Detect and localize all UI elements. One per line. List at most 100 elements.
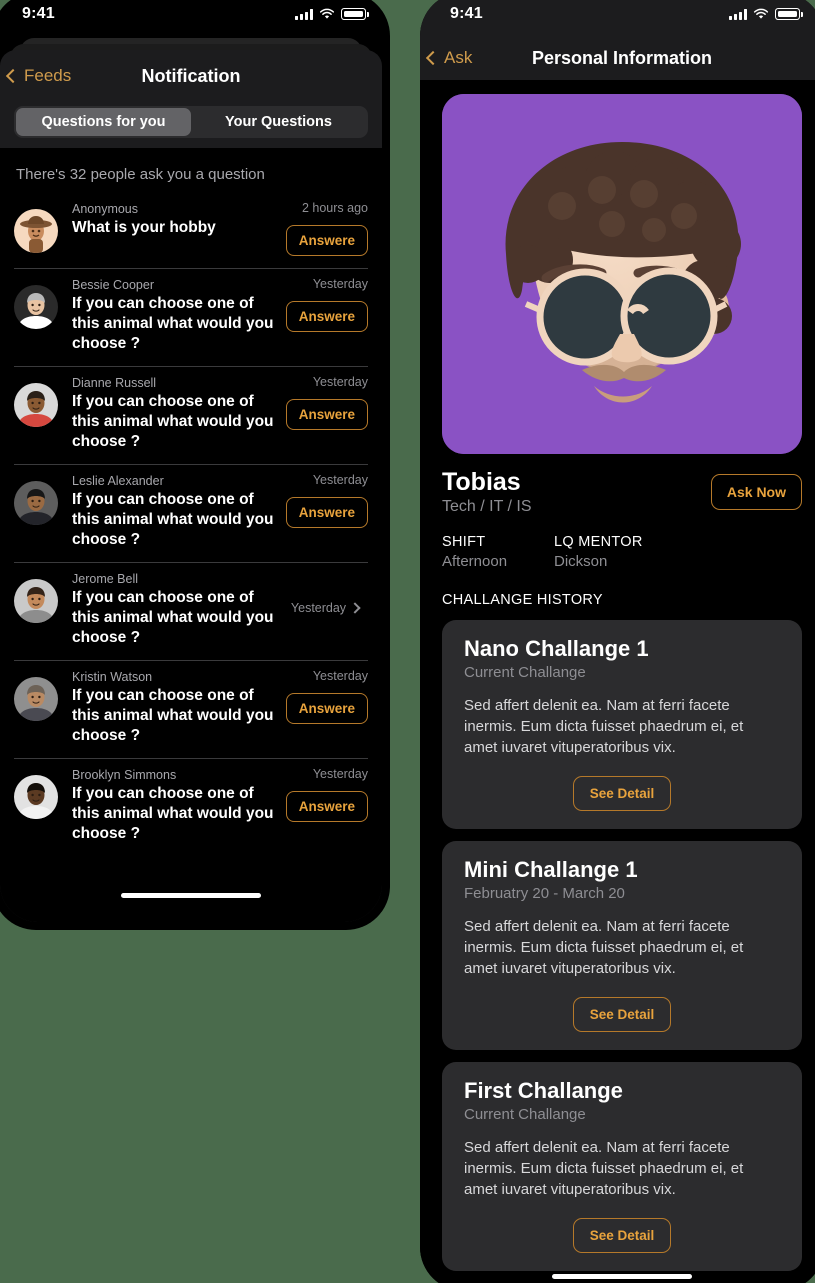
question-author: Anonymous: [72, 202, 139, 216]
photo-avatar-jerome: [14, 579, 58, 623]
question-author: Kristin Watson: [72, 670, 153, 684]
status-icons: [729, 8, 803, 20]
cellular-signal-icon: [729, 8, 747, 20]
cellular-signal-icon: [295, 8, 313, 20]
profile-header-row: Tobias Tech / IT / IS Ask Now: [420, 454, 815, 516]
question-meta: Yesterday Answere: [282, 469, 368, 550]
tab-questions-for-you[interactable]: Questions for you: [16, 108, 191, 136]
answer-button[interactable]: Answere: [285, 399, 368, 430]
challenge-body: Sed affert delenit ea. Nam at ferri face…: [464, 697, 744, 756]
see-detail-button[interactable]: See Detail: [572, 1218, 672, 1253]
left-nav-bar: Feeds Notification: [0, 50, 382, 102]
question-text: If you can choose one of this animal wha…: [72, 785, 274, 842]
meta-label: SHIFT: [442, 534, 486, 550]
answer-button[interactable]: Answere: [285, 301, 368, 332]
question-time: Yesterday: [290, 600, 347, 615]
status-icons: [295, 8, 369, 20]
profile-role: Tech / IT / IS: [442, 498, 532, 515]
question-author: Brooklyn Simmons: [72, 768, 177, 782]
challenge-title: First Challange: [464, 1078, 623, 1103]
challenge-card[interactable]: Nano Challange 1 Current Challange Sed aff…: [442, 620, 802, 829]
question-time: Yesterday: [312, 473, 368, 487]
question-list-container[interactable]: There's 32 people ask you a question Ano…: [0, 148, 382, 922]
battery-icon: [341, 8, 369, 20]
question-author: Bessie Cooper: [72, 278, 154, 292]
profile-identity: Tobias Tech / IT / IS: [442, 468, 532, 516]
answer-button[interactable]: Answere: [285, 791, 368, 822]
tab-your-questions[interactable]: Your Questions: [191, 108, 366, 136]
status-time: 9:41: [22, 5, 55, 22]
chevron-left-icon: [5, 68, 21, 84]
question-content: Kristin Watson If you can choose one of t…: [58, 665, 282, 746]
question-list-item[interactable]: Kristin Watson If you can choose one of t…: [0, 661, 382, 746]
question-content: Leslie Alexander If you can choose one of…: [58, 469, 282, 550]
home-indicator: [552, 1274, 692, 1279]
profile-scroll-container[interactable]: Tobias Tech / IT / IS Ask Now SHIFT Afte…: [420, 80, 815, 1283]
ask-now-button[interactable]: Ask Now: [710, 474, 802, 510]
question-author: Jerome Bell: [72, 572, 138, 586]
question-meta: Yesterday Answere: [282, 665, 368, 746]
challenge-card[interactable]: First Challange Current Challange Sed affe…: [442, 1062, 802, 1271]
photo-avatar-dianne: [14, 383, 58, 427]
question-time: Yesterday: [312, 375, 368, 389]
memoji-sunglasses-avatar: [442, 94, 802, 454]
wifi-icon: [753, 8, 769, 19]
question-time: 2 hours ago: [301, 201, 368, 215]
question-list-item[interactable]: Jerome Bell If you can choose one of this…: [0, 563, 382, 648]
answer-button[interactable]: Answere: [285, 693, 368, 724]
challenge-subtitle: Current Challange: [464, 664, 586, 681]
challenge-body: Sed affert delenit ea. Nam at ferri face…: [464, 1139, 744, 1198]
profile-meta-row: SHIFT Afternoon LQ MENTOR Dickson: [420, 516, 815, 570]
question-list-item[interactable]: Leslie Alexander If you can choose one of…: [0, 465, 382, 550]
question-text: If you can choose one of this animal wha…: [72, 687, 274, 744]
question-text: If you can choose one of this animal wha…: [72, 295, 274, 352]
question-meta: Yesterday Answere: [282, 273, 368, 354]
left-status-bar: 9:41: [0, 0, 390, 36]
meta-shift: SHIFT Afternoon: [442, 534, 554, 570]
profile-name: Tobias: [442, 468, 521, 496]
answer-button[interactable]: Answere: [285, 497, 368, 528]
see-detail-button[interactable]: See Detail: [572, 997, 672, 1032]
notification-sheet: Feeds Notification Questions for you You…: [0, 50, 382, 922]
question-content: Bessie Cooper If you can choose one of th…: [58, 273, 282, 354]
challenge-subtitle: Februatry 20 - March 20: [464, 885, 625, 902]
question-list-item[interactable]: Anonymous What is your hobby 2 hours ago An…: [0, 193, 382, 256]
photo-avatar-kristin: [14, 677, 58, 721]
list-summary-text: There's 32 people ask you a question: [16, 166, 265, 183]
question-list-item[interactable]: Dianne Russell If you can choose one of t…: [0, 367, 382, 452]
question-list-item[interactable]: Bessie Cooper If you can choose one of th…: [0, 269, 382, 354]
right-status-bar: 9:41: [420, 0, 815, 36]
section-title-challange-history: CHALLANGE HISTORY: [442, 592, 603, 608]
question-text: If you can choose one of this animal wha…: [72, 393, 274, 450]
photo-avatar-brooklyn: [14, 775, 58, 819]
question-time: Yesterday: [312, 277, 368, 291]
question-list-item[interactable]: Brooklyn Simmons If you can choose one of…: [0, 759, 382, 844]
challenge-card-list: Nano Challange 1 Current Challange Sed aff…: [420, 620, 815, 1271]
challenge-card[interactable]: Mini Challange 1 Februatry 20 - March 20 S…: [442, 841, 802, 1050]
question-content: Brooklyn Simmons If you can choose one of…: [58, 763, 282, 844]
meta-label: LQ MENTOR: [554, 534, 643, 550]
question-time: Yesterday: [312, 767, 368, 781]
question-meta: Yesterday Answere: [282, 763, 368, 844]
question-list: Anonymous What is your hobby 2 hours ago An…: [0, 193, 382, 844]
answer-button[interactable]: Answere: [285, 225, 368, 256]
meta-value: Afternoon: [442, 553, 508, 570]
meta-value: Dickson: [554, 553, 608, 570]
memoji-hat-avatar: [14, 209, 58, 253]
question-author: Dianne Russell: [72, 376, 157, 390]
right-nav-bar: Ask Personal Information: [420, 36, 815, 80]
question-content: Jerome Bell If you can choose one of this…: [58, 567, 282, 648]
profile-hero-avatar: [442, 94, 802, 454]
status-time: 9:41: [450, 5, 483, 22]
question-time: Yesterday: [312, 669, 368, 683]
challenge-title: Nano Challange 1: [464, 636, 649, 661]
back-label: Feeds: [24, 66, 72, 85]
challenge-subtitle: Current Challange: [464, 1106, 586, 1123]
question-meta: Yesterday Answere: [282, 371, 368, 452]
segmented-control[interactable]: Questions for you Your Questions: [14, 106, 368, 138]
see-detail-button[interactable]: See Detail: [572, 776, 672, 811]
photo-avatar-leslie: [14, 481, 58, 525]
question-content: Anonymous What is your hobby: [58, 197, 282, 256]
back-to-feeds-button[interactable]: Feeds: [0, 66, 71, 86]
wifi-icon: [319, 8, 335, 19]
